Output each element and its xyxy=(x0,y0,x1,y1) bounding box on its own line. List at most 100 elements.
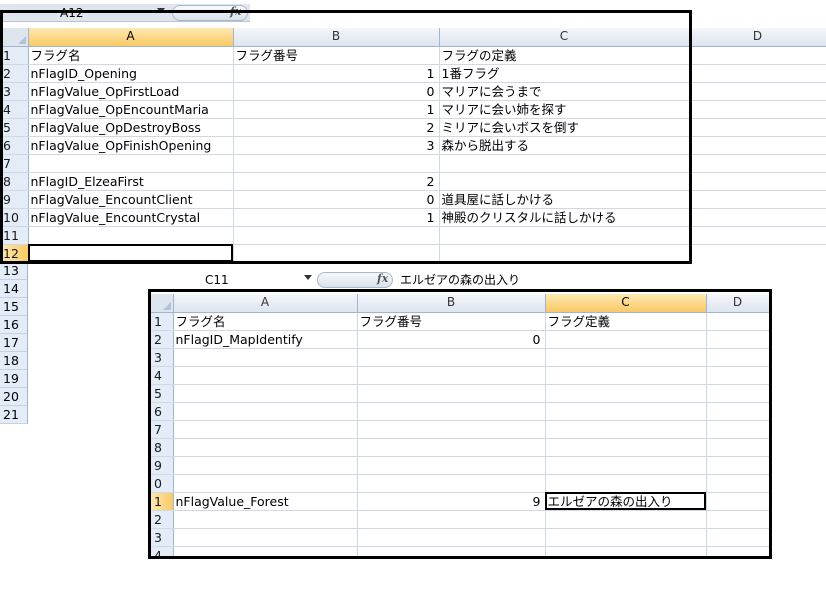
fx-icon[interactable]: fx xyxy=(230,5,241,18)
cell[interactable]: 2 xyxy=(233,118,440,137)
row-header[interactable]: 16 xyxy=(0,316,27,334)
cell[interactable] xyxy=(173,348,358,367)
row-header[interactable]: 5 xyxy=(0,118,29,137)
row-header[interactable]: 13 xyxy=(0,262,27,280)
cell[interactable]: フラグの定義 xyxy=(439,46,690,65)
select-all-corner[interactable] xyxy=(0,28,29,47)
cell[interactable] xyxy=(173,456,358,475)
cell[interactable] xyxy=(545,456,707,475)
cell[interactable]: 1番フラグ xyxy=(439,64,690,83)
column-header-b[interactable]: B xyxy=(233,28,440,47)
cell[interactable]: nFlagValue_OpDestroyBoss xyxy=(28,118,234,137)
cell[interactable] xyxy=(28,154,234,173)
cell[interactable] xyxy=(706,546,769,556)
cell[interactable] xyxy=(689,82,826,101)
cell[interactable] xyxy=(545,384,707,403)
cell[interactable] xyxy=(689,226,826,245)
cell[interactable] xyxy=(545,528,707,547)
cell[interactable]: 1 xyxy=(233,64,440,83)
cell[interactable] xyxy=(173,438,358,457)
cell[interactable] xyxy=(439,172,690,191)
chevron-down-icon[interactable] xyxy=(157,8,165,13)
cell[interactable]: nFlagID_MapIdentify xyxy=(173,330,358,349)
cell[interactable] xyxy=(173,546,358,556)
cell[interactable] xyxy=(706,366,769,385)
cell[interactable] xyxy=(233,244,440,262)
cell[interactable]: nFlagValue_Forest xyxy=(173,492,358,511)
cell[interactable] xyxy=(689,64,826,83)
cell[interactable] xyxy=(706,528,769,547)
cell[interactable] xyxy=(689,46,826,65)
row-header[interactable]: 4 xyxy=(0,100,29,119)
cell[interactable] xyxy=(545,366,707,385)
cell[interactable] xyxy=(357,474,546,493)
cell[interactable] xyxy=(173,366,358,385)
active-cell[interactable]: エルゼアの森の出入り xyxy=(545,492,707,511)
cell[interactable] xyxy=(173,384,358,403)
cell[interactable] xyxy=(706,510,769,529)
name-box[interactable]: A12 xyxy=(60,4,150,22)
cell[interactable] xyxy=(689,100,826,119)
row-header[interactable]: 7 xyxy=(0,154,29,173)
row-header[interactable]: 0 xyxy=(151,474,174,493)
cell[interactable]: フラグ名 xyxy=(173,312,358,331)
chevron-down-icon[interactable] xyxy=(304,275,312,280)
cell[interactable]: フラグ定義 xyxy=(545,312,707,331)
cell[interactable] xyxy=(689,208,826,227)
cell[interactable]: 0 xyxy=(233,190,440,209)
row-header[interactable]: 12 xyxy=(0,244,29,262)
cell[interactable] xyxy=(173,402,358,421)
cell[interactable]: マリアに会い姉を探す xyxy=(439,100,690,119)
formula-input[interactable]: エルゼアの森の出入り xyxy=(396,271,816,289)
cell[interactable] xyxy=(689,136,826,155)
row-header[interactable]: 4 xyxy=(151,366,174,385)
cell[interactable]: nFlagValue_OpEncountMaria xyxy=(28,100,234,119)
cell[interactable] xyxy=(706,402,769,421)
cell[interactable] xyxy=(439,226,690,245)
cell[interactable] xyxy=(173,474,358,493)
cell[interactable] xyxy=(545,402,707,421)
cell[interactable]: フラグ番号 xyxy=(233,46,440,65)
cell[interactable] xyxy=(545,438,707,457)
cell[interactable]: ミリアに会いボスを倒す xyxy=(439,118,690,137)
column-header-d[interactable]: D xyxy=(706,294,769,313)
row-header[interactable]: 3 xyxy=(151,348,174,367)
cell[interactable] xyxy=(439,244,690,262)
row-header[interactable]: 8 xyxy=(151,438,174,457)
row-header[interactable]: 14 xyxy=(0,280,27,298)
cell[interactable] xyxy=(357,528,546,547)
cell[interactable]: マリアに会うまで xyxy=(439,82,690,101)
cell[interactable] xyxy=(706,384,769,403)
cell[interactable] xyxy=(689,244,826,262)
cell[interactable] xyxy=(706,456,769,475)
row-header[interactable]: 5 xyxy=(151,384,174,403)
cell[interactable]: 森から脱出する xyxy=(439,136,690,155)
fx-icon[interactable]: fx xyxy=(377,272,388,285)
row-header[interactable]: 6 xyxy=(0,136,29,155)
row-header[interactable]: 10 xyxy=(0,208,29,227)
row-header[interactable]: 7 xyxy=(151,420,174,439)
cell[interactable] xyxy=(439,154,690,173)
row-header[interactable]: 2 xyxy=(151,330,174,349)
cell[interactable]: 0 xyxy=(233,82,440,101)
cell[interactable] xyxy=(689,172,826,191)
column-header-a[interactable]: A xyxy=(173,294,358,313)
cell[interactable] xyxy=(357,456,546,475)
row-header[interactable]: 2 xyxy=(0,64,29,83)
select-all-corner[interactable] xyxy=(151,294,174,313)
column-header-d[interactable]: D xyxy=(689,28,826,47)
cell[interactable]: 道具屋に話しかける xyxy=(439,190,690,209)
row-header[interactable]: 1 xyxy=(151,312,174,331)
cell[interactable] xyxy=(173,528,358,547)
row-header[interactable]: 15 xyxy=(0,298,27,316)
cell[interactable] xyxy=(545,510,707,529)
cell[interactable]: nFlagValue_EncountClient xyxy=(28,190,234,209)
cell[interactable] xyxy=(173,420,358,439)
row-header[interactable]: 1 xyxy=(0,46,29,65)
row-header[interactable]: 9 xyxy=(151,456,174,475)
cell[interactable]: 3 xyxy=(233,136,440,155)
row-header[interactable]: 8 xyxy=(0,172,29,191)
cell[interactable]: 0 xyxy=(357,330,546,349)
cell[interactable] xyxy=(28,226,234,245)
cell[interactable] xyxy=(173,510,358,529)
